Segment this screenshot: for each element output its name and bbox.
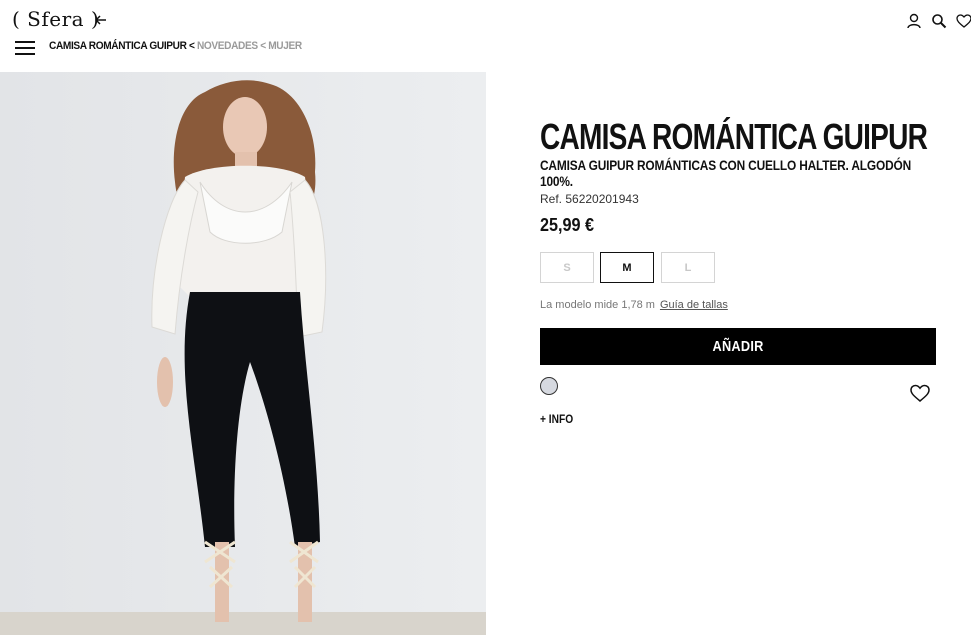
wishlist-heart-icon[interactable]: [909, 382, 931, 404]
product-description: CAMISA GUIPUR ROMÁNTICAS CON CUELLO HALT…: [540, 157, 912, 189]
breadcrumb-novedades[interactable]: NOVEDADES: [197, 40, 258, 52]
product-photo[interactable]: [0, 72, 486, 635]
size-option-l[interactable]: L: [661, 252, 715, 283]
product-title: CAMISA ROMÁNTICA GUIPUR: [540, 116, 928, 157]
breadcrumb-separator: <: [257, 40, 269, 52]
product-price: 25,99 €: [540, 215, 595, 235]
sfera-logo[interactable]: ( Sfera ): [12, 7, 99, 31]
product-model-image: [0, 72, 486, 635]
size-option-s[interactable]: S: [540, 252, 594, 283]
breadcrumb: CAMISA ROMÁNTICA GUIPUR < NOVEDADES < MU…: [49, 40, 302, 52]
menu-icon[interactable]: [15, 41, 35, 55]
more-info-link[interactable]: + INFO: [540, 412, 573, 426]
model-height-line: La modelo mide 1,78 m Guía de tallas: [540, 299, 728, 311]
breadcrumb-separator: <: [186, 40, 197, 52]
heart-icon[interactable]: [955, 12, 971, 30]
search-icon[interactable]: [930, 12, 948, 30]
product-reference: Ref. 56220201943: [540, 192, 639, 206]
site-header: ( Sfera ) CAMISA ROMÁNTICA GUIPUR < NOVE…: [0, 0, 971, 72]
add-to-cart-label: AÑADIR: [712, 338, 764, 355]
back-arrow-icon[interactable]: [92, 11, 110, 29]
size-guide-link[interactable]: Guía de tallas: [660, 299, 728, 311]
user-icon[interactable]: [905, 12, 923, 30]
size-option-m[interactable]: M: [600, 252, 654, 283]
add-to-cart-button[interactable]: AÑADIR: [540, 328, 936, 365]
breadcrumb-mujer[interactable]: MUJER: [268, 40, 302, 52]
model-height-text: La modelo mide 1,78 m: [540, 299, 655, 311]
breadcrumb-current: CAMISA ROMÁNTICA GUIPUR: [49, 40, 187, 52]
color-swatch[interactable]: [540, 377, 558, 395]
